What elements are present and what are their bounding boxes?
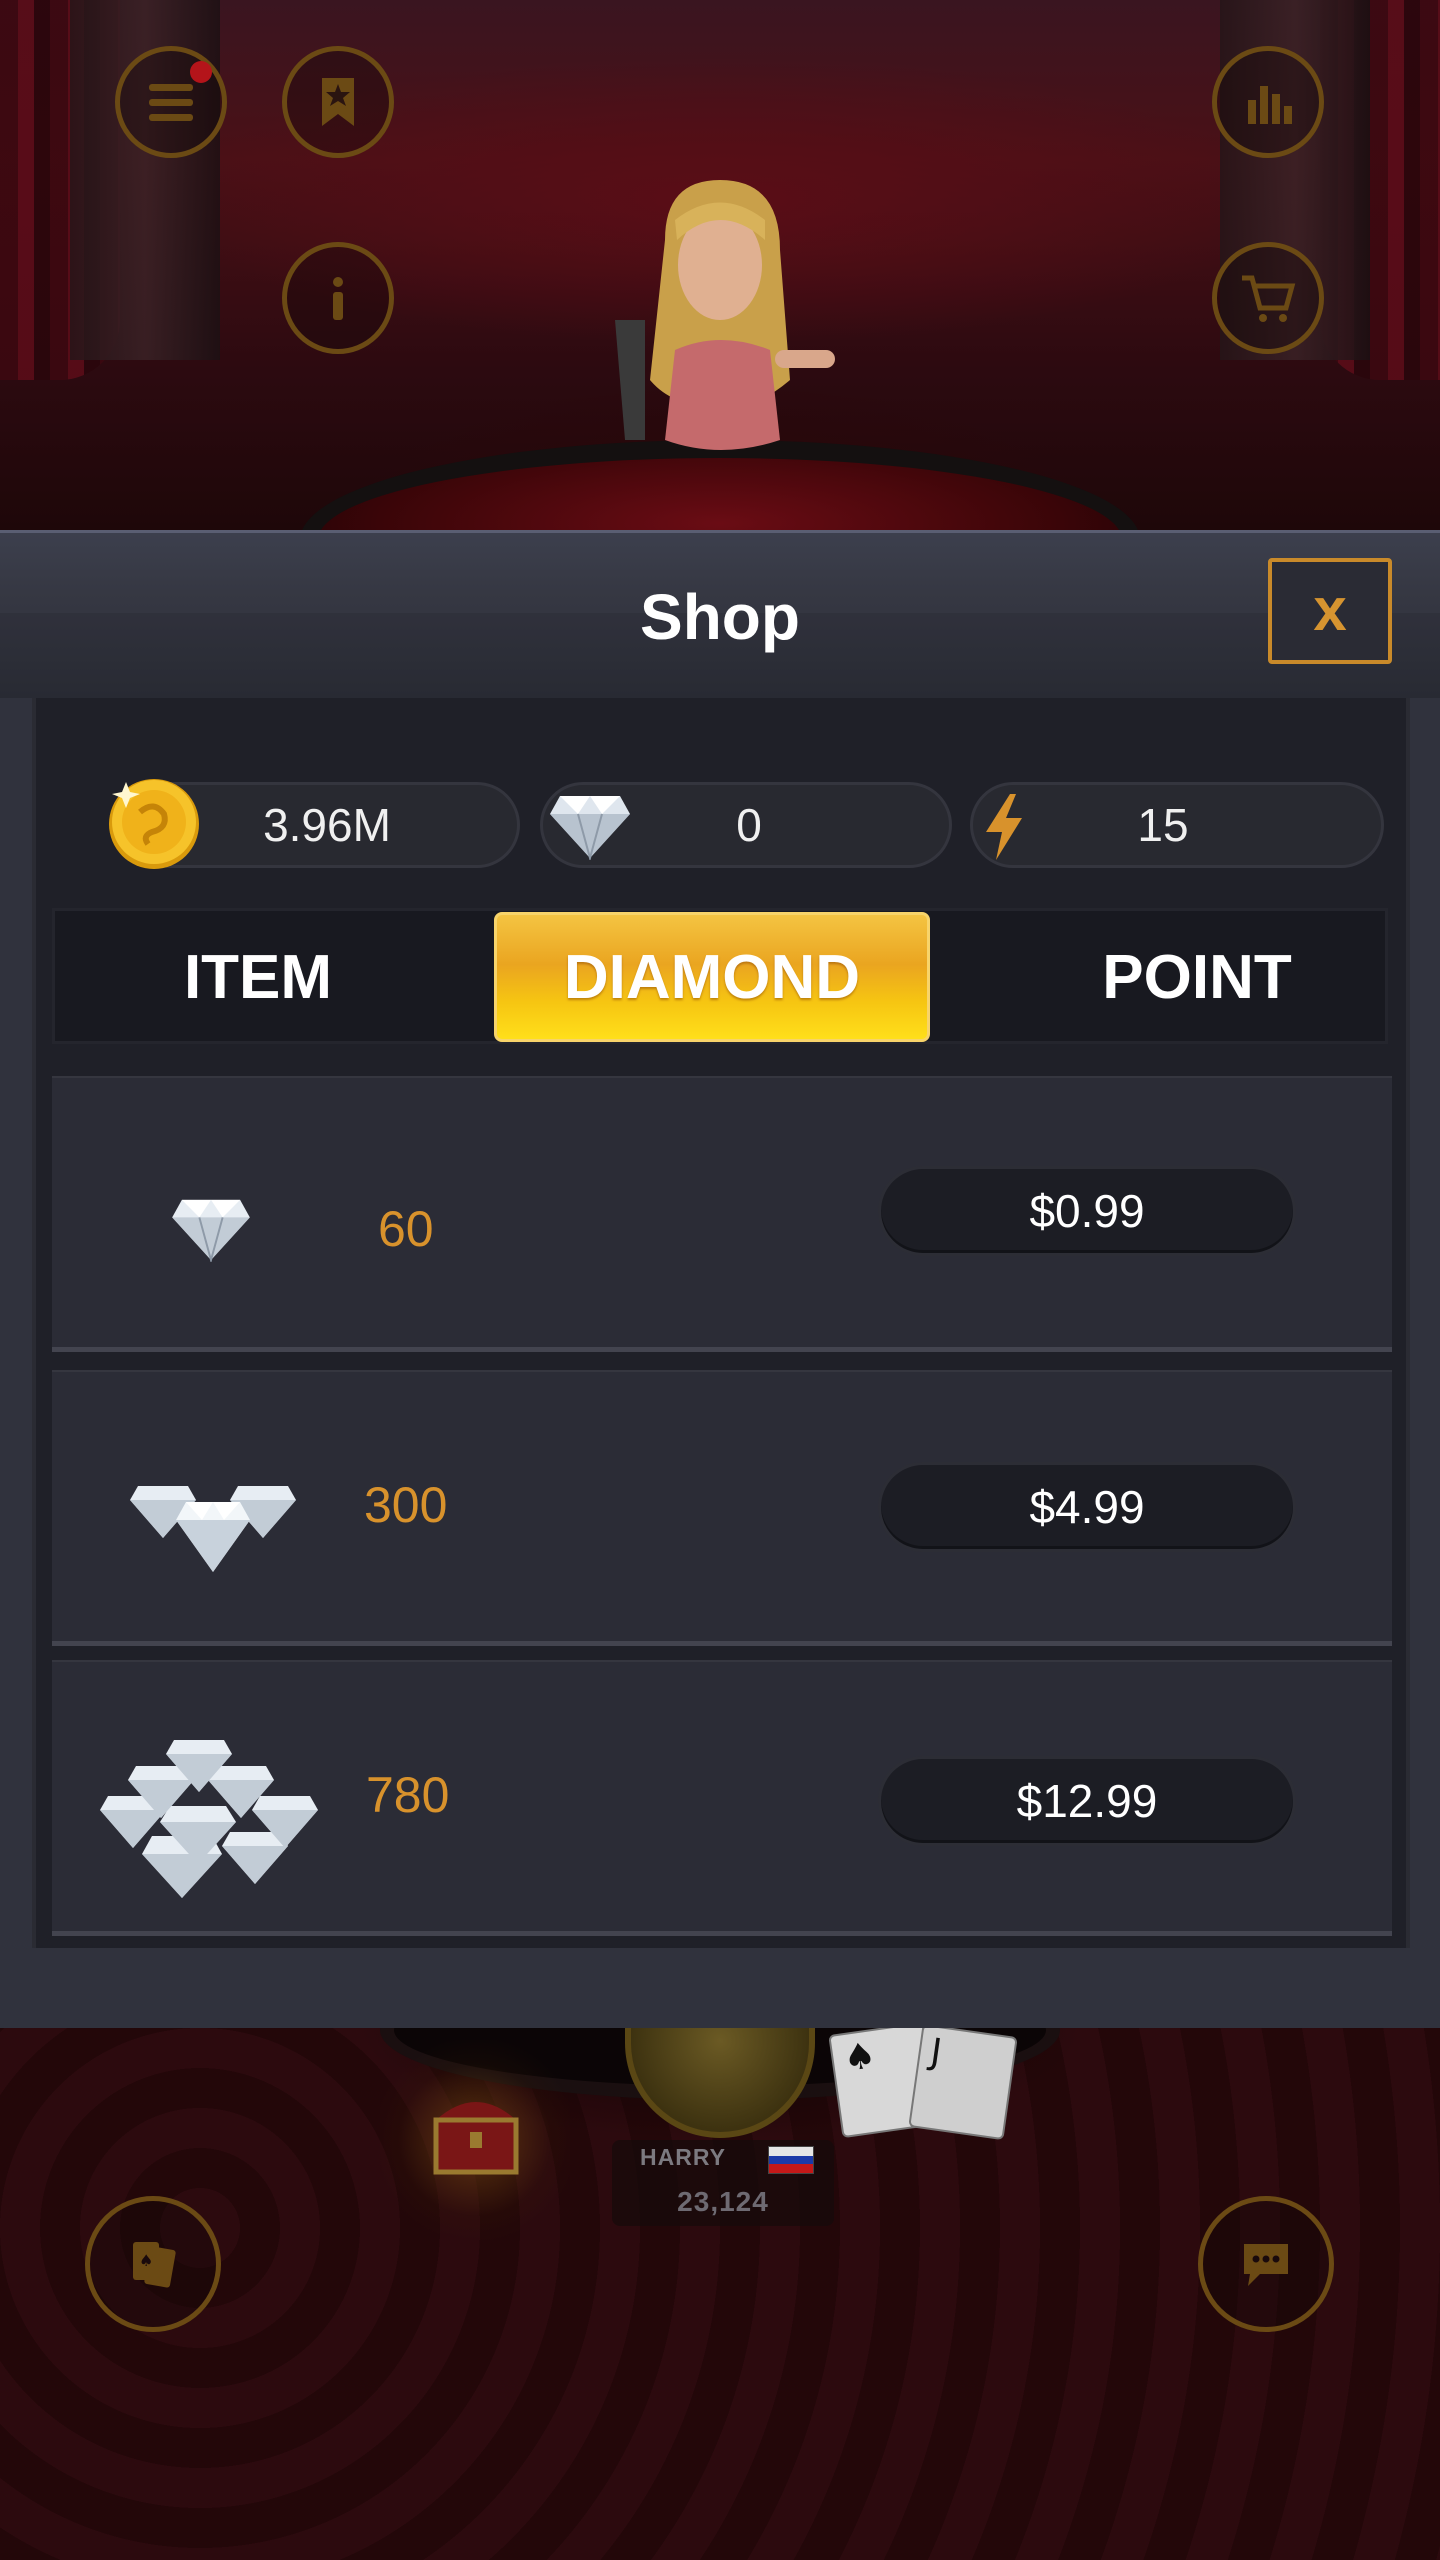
- stats-button[interactable]: [1212, 46, 1324, 158]
- chat-button[interactable]: [1198, 2196, 1334, 2332]
- menu-button[interactable]: [115, 46, 227, 158]
- treasure-chest[interactable]: [380, 2040, 570, 2240]
- info-icon: [333, 277, 343, 320]
- player-cards: ♠ J: [828, 2021, 1025, 2141]
- buy-button[interactable]: $12.99: [878, 1756, 1296, 1846]
- buy-button[interactable]: $4.99: [878, 1462, 1296, 1552]
- lightning-icon: [986, 794, 1022, 860]
- player-chip-count: 23,124: [677, 2186, 769, 2217]
- svg-text:♠: ♠: [139, 2251, 153, 2270]
- diamond-icon: [550, 796, 630, 860]
- card-jack: J: [908, 2023, 1018, 2141]
- shop-title: Shop: [640, 581, 800, 653]
- info-button[interactable]: [282, 242, 394, 354]
- diamond-trio-icon: [130, 1486, 296, 1572]
- dealer-avatar: [615, 180, 835, 450]
- buy-button[interactable]: $0.99: [878, 1166, 1296, 1256]
- treasure-chest-icon: [433, 2102, 519, 2175]
- notification-dot: [190, 61, 212, 83]
- tab-diamond[interactable]: DIAMOND: [494, 912, 930, 1042]
- product-quantity: 780: [366, 1767, 450, 1823]
- energy-balance-value: 15: [1137, 799, 1189, 851]
- menu-icon: [149, 84, 193, 121]
- energy-balance: 15: [970, 782, 1384, 868]
- cards-button[interactable]: ♠: [85, 2196, 221, 2332]
- player-name: HARRY: [640, 2144, 726, 2170]
- close-button[interactable]: x: [1268, 558, 1392, 664]
- missions-button[interactable]: [282, 46, 394, 158]
- bookmark-star-icon: [322, 78, 354, 126]
- diamond-pile-icon: [100, 1740, 318, 1898]
- shop-cart-button[interactable]: [1212, 242, 1324, 354]
- stats-icon: [1248, 86, 1292, 124]
- diamond-single-icon: [172, 1199, 250, 1262]
- game-screen: ♠ J HARRY 23,124 ♠ Shop x 3.96M 0 15 ITE…: [0, 0, 1440, 2560]
- cart-icon: [1242, 275, 1296, 322]
- cards-icon: ♠: [133, 2242, 176, 2288]
- tab-item[interactable]: ITEM: [66, 912, 450, 1042]
- tab-point[interactable]: POINT: [990, 912, 1404, 1042]
- product-quantity: 300: [364, 1477, 448, 1533]
- russia-flag-icon: [768, 2146, 814, 2174]
- product-quantity: 60: [378, 1201, 434, 1257]
- coin-icon: [109, 779, 199, 869]
- chat-icon: [1244, 2244, 1288, 2286]
